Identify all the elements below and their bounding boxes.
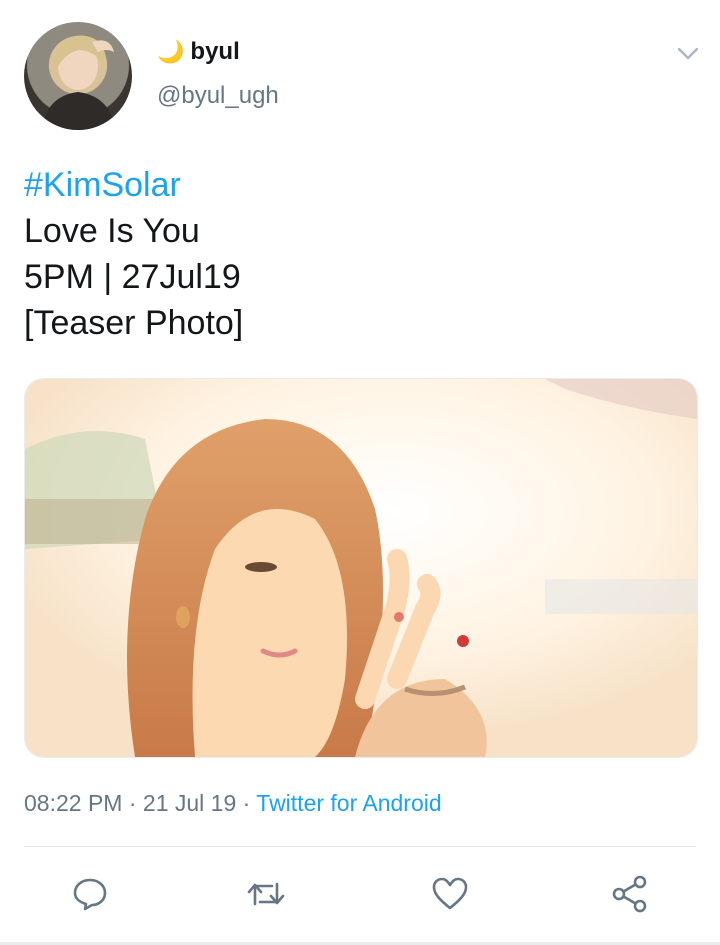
reply-button[interactable]: [70, 876, 110, 912]
author-avatar[interactable]: [24, 22, 132, 130]
tweet-text: #KimSolar Love Is You 5PM | 27Jul19 [Tea…: [24, 162, 243, 346]
display-name-text: byul: [190, 38, 240, 65]
author-name[interactable]: 🌙 byul: [157, 38, 240, 66]
reply-icon: [73, 878, 107, 911]
tweet-text-line: [Teaser Photo]: [24, 304, 244, 342]
avatar-portrait: [42, 35, 116, 130]
tweet-text-line: 5PM | 27Jul19: [24, 258, 241, 296]
author-handle[interactable]: @byul_ugh: [157, 82, 279, 110]
meta-separator: ·: [122, 790, 143, 816]
tweet-media-image[interactable]: [24, 378, 698, 758]
share-icon: [612, 875, 647, 913]
tweet-actions-bar: [0, 862, 720, 926]
share-button[interactable]: [610, 875, 650, 913]
chevron-down-icon[interactable]: [676, 42, 700, 66]
meta-separator: ·: [236, 790, 257, 816]
heart-icon: [432, 877, 468, 910]
retweet-button[interactable]: [246, 876, 286, 912]
tweet-time: 08:22 PM: [24, 790, 123, 816]
retweet-icon: [247, 882, 285, 906]
like-button[interactable]: [430, 876, 470, 912]
hashtag-link[interactable]: #KimSolar: [24, 162, 243, 208]
tweet-date: 21 Jul 19: [142, 790, 237, 816]
tweet-text-line: Love Is You: [24, 212, 200, 250]
teaser-photo: [25, 379, 697, 757]
actions-divider: [24, 846, 696, 847]
tweet-source-link[interactable]: Twitter for Android: [256, 790, 441, 816]
crescent-moon-icon: 🌙: [157, 39, 185, 64]
tweet-meta: 08:22 PM · 21 Jul 19 · Twitter for Andro…: [24, 790, 442, 817]
